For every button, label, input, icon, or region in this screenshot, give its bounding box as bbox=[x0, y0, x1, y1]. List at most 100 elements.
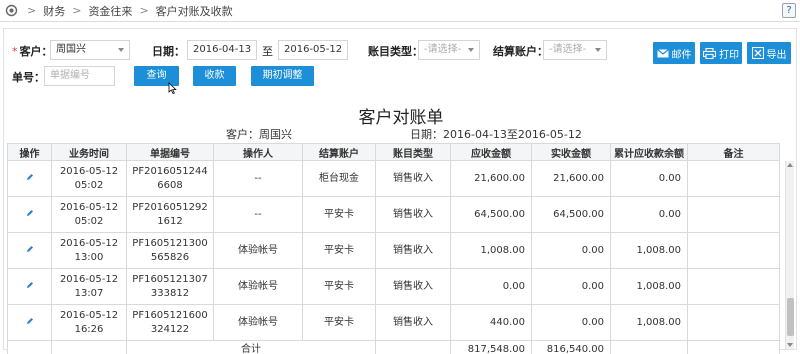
total-label: 合计 bbox=[126, 340, 376, 354]
scroll-up-icon[interactable] bbox=[787, 163, 793, 167]
header-cell[interactable]: 操作人 bbox=[213, 143, 303, 161]
date-to-input[interactable]: 2016-05-12 bbox=[278, 40, 348, 60]
header-cell[interactable]: 结算账户 bbox=[302, 143, 376, 161]
header-cell[interactable]: 实收金额 bbox=[531, 143, 611, 161]
dropdown-caret-icon bbox=[468, 48, 474, 52]
receivable-cell: 64,500.00 bbox=[450, 196, 532, 233]
breadcrumb-separator: > bbox=[72, 4, 82, 17]
customer-select[interactable]: 周国兴 bbox=[50, 40, 130, 60]
receivable-cell: 440.00 bbox=[450, 304, 532, 341]
business-time-cell: 2016-05-12 13:00 bbox=[51, 232, 127, 269]
account-type-label: 账目类型： bbox=[368, 45, 423, 58]
header-cell[interactable]: 累计应收款余额 bbox=[610, 143, 688, 161]
doc-number-cell[interactable]: PF2016051292 1612 bbox=[126, 196, 214, 233]
doc-number-cell[interactable]: PF1605121600 324122 bbox=[126, 304, 214, 341]
note-cell bbox=[687, 304, 780, 341]
received-cell: 64,500.00 bbox=[531, 196, 611, 233]
print-button-label: 打印 bbox=[719, 49, 739, 61]
breadcrumb-item-current: 客户对账及收款 bbox=[155, 4, 233, 18]
account-type-select[interactable]: -请选择- bbox=[418, 40, 480, 60]
settle-account-label: 结算账户： bbox=[493, 45, 548, 58]
account-type-cell: 销售收入 bbox=[375, 232, 451, 269]
report-customer-info: 客户：周国兴 bbox=[226, 128, 292, 141]
business-time-cell: 2016-05-12 05:02 bbox=[51, 160, 127, 197]
help-button[interactable]: ? bbox=[782, 3, 796, 18]
balance-cell: 1,008.00 bbox=[610, 304, 688, 341]
settle-account-cell: 平安卡 bbox=[302, 304, 376, 341]
settle-account-cell: 平安卡 bbox=[302, 196, 376, 233]
scrollbar-thumb[interactable] bbox=[787, 298, 794, 336]
total-spacer bbox=[687, 340, 780, 354]
table-header-row: 操作 业务时间 单据编号 操作人 结算账户 账目类型 应收金额 实收金额 累计应… bbox=[7, 143, 780, 161]
breadcrumb-bar: > 财务 > 资金往来 > 客户对账及收款 ? bbox=[0, 0, 800, 22]
header-cell[interactable]: 单据编号 bbox=[126, 143, 214, 161]
header-cell[interactable]: 业务时间 bbox=[51, 143, 127, 161]
table-row: 2016-05-12 13:00 PF1605121300 565826 体验帐号平… bbox=[7, 232, 780, 269]
doc-no-label: 单号： bbox=[12, 71, 45, 84]
operator-cell: 体验帐号 bbox=[213, 232, 303, 269]
scroll-down-icon[interactable] bbox=[787, 343, 793, 347]
date-label: 日期： bbox=[152, 45, 185, 58]
total-row: 合计 817,548.00 816,540.00 bbox=[7, 340, 780, 354]
header-cell: 操作 bbox=[7, 143, 52, 161]
row-actions bbox=[7, 268, 52, 305]
operator-cell: 体验帐号 bbox=[213, 304, 303, 341]
mail-icon bbox=[656, 48, 669, 58]
operator-cell: 体验帐号 bbox=[213, 268, 303, 305]
edit-icon[interactable] bbox=[26, 208, 34, 222]
receivable-cell: 1,008.00 bbox=[450, 232, 532, 269]
header-cell[interactable]: 应收金额 bbox=[450, 143, 532, 161]
total-spacer bbox=[610, 340, 688, 354]
business-time-cell: 2016-05-12 05:02 bbox=[51, 196, 127, 233]
date-range-separator: 至 bbox=[262, 45, 273, 58]
table-row: 2016-05-12 16:26 PF1605121600 324122 体验帐号平… bbox=[7, 304, 780, 341]
total-receivable: 817,548.00 bbox=[450, 340, 532, 354]
doc-number-cell[interactable]: PF2016051244 6608 bbox=[126, 160, 214, 197]
table-row: 2016-05-12 13:07 PF1605121307 333812 体验帐号平… bbox=[7, 268, 780, 305]
balance-cell: 0.00 bbox=[610, 196, 688, 233]
account-type-cell: 销售收入 bbox=[375, 304, 451, 341]
edit-icon[interactable] bbox=[26, 316, 34, 330]
export-icon bbox=[751, 47, 764, 59]
edit-icon[interactable] bbox=[26, 280, 34, 294]
print-button[interactable]: 打印 bbox=[700, 42, 742, 64]
table-row: 2016-05-12 05:02 PF2016051244 6608 -- 柜台现金销… bbox=[7, 160, 780, 197]
note-cell bbox=[687, 268, 780, 305]
account-type-cell: 销售收入 bbox=[375, 196, 451, 233]
doc-number-cell[interactable]: PF1605121307 333812 bbox=[126, 268, 214, 305]
received-cell: 0.00 bbox=[531, 268, 611, 305]
received-cell: 21,600.00 bbox=[531, 160, 611, 197]
account-type-placeholder: -请选择- bbox=[424, 44, 462, 55]
settle-account-cell: 平安卡 bbox=[302, 232, 376, 269]
edit-icon[interactable] bbox=[26, 172, 34, 186]
account-type-cell: 销售收入 bbox=[375, 268, 451, 305]
row-actions bbox=[7, 196, 52, 233]
received-cell: 0.00 bbox=[531, 232, 611, 269]
header-cell: 备注 bbox=[687, 143, 780, 161]
header-cell[interactable]: 账目类型 bbox=[375, 143, 451, 161]
doc-no-input[interactable]: 单据编号 bbox=[44, 66, 115, 86]
mail-button[interactable]: 邮件 bbox=[653, 42, 695, 64]
breadcrumb-item-fund-flow[interactable]: 资金往来 bbox=[88, 3, 132, 19]
table-scrollbar[interactable] bbox=[785, 161, 794, 349]
export-button-label: 导出 bbox=[766, 49, 787, 61]
collect-button[interactable]: 收款 bbox=[193, 66, 236, 86]
initial-adjust-button[interactable]: 期初调整 bbox=[251, 66, 314, 86]
settle-account-cell: 平安卡 bbox=[302, 268, 376, 305]
balance-cell: 1,008.00 bbox=[610, 232, 688, 269]
breadcrumb-separator: > bbox=[139, 4, 149, 17]
export-button[interactable]: 导出 bbox=[747, 42, 791, 64]
business-time-cell: 2016-05-12 13:07 bbox=[51, 268, 127, 305]
note-cell bbox=[687, 232, 780, 269]
total-received: 816,540.00 bbox=[531, 340, 611, 354]
note-cell bbox=[687, 160, 780, 197]
required-mark: * bbox=[12, 45, 18, 58]
settle-account-select[interactable]: -请选择- bbox=[543, 40, 607, 60]
doc-number-cell[interactable]: PF1605121300 565826 bbox=[126, 232, 214, 269]
edit-icon[interactable] bbox=[26, 244, 34, 258]
date-from-input[interactable]: 2016-04-13 bbox=[187, 40, 257, 60]
breadcrumb-item-finance[interactable]: 财务 bbox=[43, 3, 65, 19]
home-icon[interactable] bbox=[2, 0, 20, 22]
cursor-icon bbox=[168, 82, 177, 97]
balance-cell: 0.00 bbox=[610, 160, 688, 197]
